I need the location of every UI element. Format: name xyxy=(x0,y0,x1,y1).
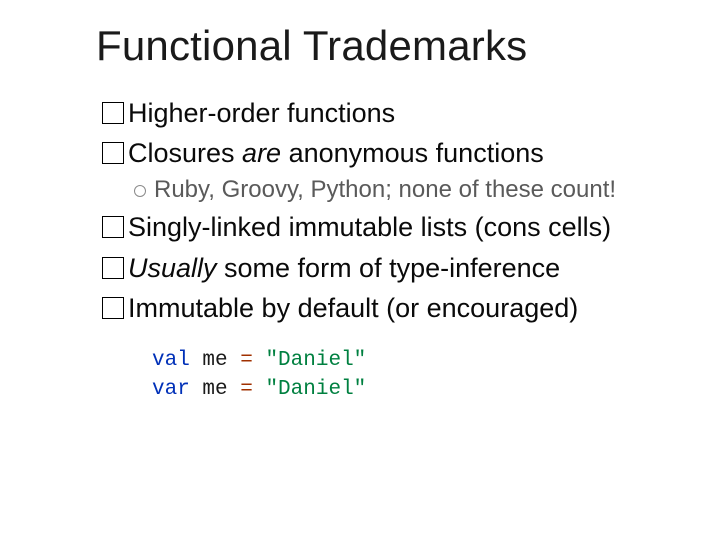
code-string: "Daniel" xyxy=(265,378,366,401)
bullet-text-pre: Closures xyxy=(128,138,242,168)
bullet-higher-order: Higher-order functions xyxy=(102,94,680,132)
checkbox-icon xyxy=(102,257,124,279)
corner-accent-tl xyxy=(0,0,68,68)
code-line-1: val me = "Daniel" xyxy=(152,347,680,375)
bullet-text: Immutable by default (or encouraged) xyxy=(128,293,578,323)
checkbox-icon xyxy=(102,142,124,164)
code-block: val me = "Daniel" var me = "Daniel" xyxy=(152,347,680,404)
corner-accent-br xyxy=(652,472,720,540)
checkbox-icon xyxy=(102,102,124,124)
bullet-text-em: are xyxy=(242,138,281,168)
checkbox-icon xyxy=(102,216,124,238)
code-sp xyxy=(253,349,266,372)
code-op: = xyxy=(240,378,253,401)
slide-title: Functional Trademarks xyxy=(96,22,527,70)
bullet-text-post: some form of type-inference xyxy=(217,253,561,283)
checkbox-icon xyxy=(102,297,124,319)
sub-bullet-ruby: Ruby, Groovy, Python; none of these coun… xyxy=(134,173,680,207)
code-ident: me xyxy=(190,378,240,401)
code-sp xyxy=(253,378,266,401)
code-string: "Daniel" xyxy=(265,349,366,372)
bullet-text-post: anonymous functions xyxy=(281,138,544,168)
code-keyword: var xyxy=(152,378,190,401)
bullet-closures: Closures are anonymous functions xyxy=(102,134,680,172)
ring-icon xyxy=(134,185,146,197)
bullet-text-em: Usually xyxy=(128,253,217,283)
slide: Functional Trademarks Higher-order funct… xyxy=(0,0,720,540)
code-keyword: val xyxy=(152,349,190,372)
slide-body: Higher-order functions Closures are anon… xyxy=(102,92,680,404)
code-line-2: var me = "Daniel" xyxy=(152,376,680,404)
bullet-immutable: Immutable by default (or encouraged) xyxy=(102,289,680,327)
bullet-singly-linked: Singly-linked immutable lists (cons cell… xyxy=(102,208,680,246)
sub-bullet-text: Ruby, Groovy, Python; none of these coun… xyxy=(154,176,616,203)
bullet-text: Higher-order functions xyxy=(128,98,395,128)
code-op: = xyxy=(240,349,253,372)
bullet-text: Singly-linked immutable lists (cons cell… xyxy=(128,212,611,242)
code-ident: me xyxy=(190,349,240,372)
bullet-usually: Usually some form of type-inference xyxy=(102,249,680,287)
